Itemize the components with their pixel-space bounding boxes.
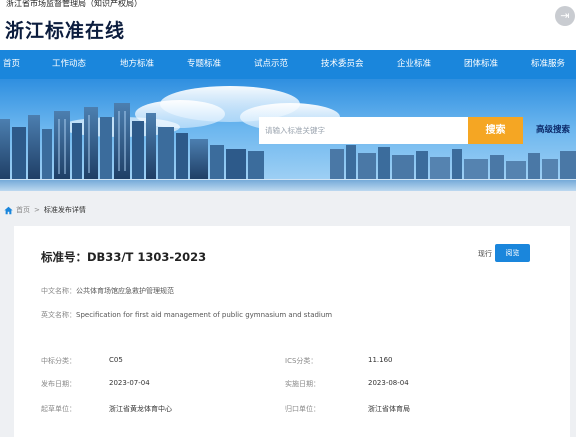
breadcrumb-separator: > [34, 206, 40, 214]
standard-detail-card: 标准号：DB33/T 1303-2023 现行 阅览 中文名称：公共体育场馆应急… [14, 226, 570, 437]
publish-date-label: 发布日期： [41, 380, 76, 388]
nav-item-tech-committee[interactable]: 技术委员会 [321, 50, 364, 79]
nav-item-pilot-demo[interactable]: 试点示范 [254, 50, 288, 79]
nav-item-home[interactable]: 首页 [3, 50, 20, 79]
standard-number: 标准号：DB33/T 1303-2023 [41, 250, 207, 264]
nav-item-enterprise-standards[interactable]: 企业标准 [397, 50, 431, 79]
status-badge: 现行 [478, 250, 492, 258]
site-header: 浙江省市场监督管理局（知识产权局） 浙江标准在线 ⇥ [0, 0, 576, 50]
english-name-row: 英文名称：Specification for first aid managem… [41, 310, 332, 320]
publish-date-value: 2023-07-04 [109, 379, 150, 387]
nav-item-standard-services[interactable]: 标准服务 [531, 50, 565, 79]
ics-value: 11.160 [368, 356, 393, 364]
owner-label: 归口单位： [285, 405, 320, 413]
preview-button[interactable]: 阅览 [495, 244, 530, 262]
breadcrumb: 首页 > 标准发布详情 [4, 204, 86, 216]
search-banner: 搜索 高级搜索 [0, 79, 576, 191]
nav-item-local-standards[interactable]: 地方标准 [120, 50, 154, 79]
owner-value: 浙江省体育局 [368, 405, 410, 413]
implement-date-value: 2023-08-04 [368, 379, 409, 387]
search-input[interactable] [259, 117, 469, 144]
ccs-value: C05 [109, 356, 123, 364]
nav-item-group-standards[interactable]: 团体标准 [464, 50, 498, 79]
nav-item-topic-standards[interactable]: 专题标准 [187, 50, 221, 79]
home-icon [4, 206, 13, 214]
english-name-label: 英文名称： [41, 311, 76, 319]
chinese-name-row: 中文名称：公共体育场馆应急救护管理规范 [41, 286, 174, 296]
chinese-name-label: 中文名称： [41, 287, 76, 295]
ics-label: ICS分类： [285, 357, 318, 365]
drafter-value: 浙江省黄龙体育中心 [109, 405, 172, 413]
org-name: 浙江省市场监督管理局（知识产权局） [6, 0, 142, 8]
main-nav: 首页 工作动态 地方标准 专题标准 试点示范 技术委员会 企业标准 团体标准 标… [0, 50, 576, 79]
advanced-search-link[interactable]: 高级搜索 [536, 123, 570, 135]
site-title[interactable]: 浙江标准在线 [5, 16, 125, 43]
logout-icon[interactable]: ⇥ [555, 6, 575, 26]
breadcrumb-home[interactable]: 首页 [16, 205, 30, 215]
breadcrumb-current: 标准发布详情 [43, 206, 86, 214]
chinese-name-value: 公共体育场馆应急救护管理规范 [76, 287, 174, 295]
implement-date-label: 实施日期： [285, 380, 320, 388]
nav-item-work-news[interactable]: 工作动态 [52, 50, 86, 79]
ccs-label: 中标分类： [41, 357, 76, 365]
english-name-value: Specification for first aid management o… [76, 311, 333, 319]
search-button[interactable]: 搜索 [468, 117, 523, 144]
drafter-label: 起草单位： [41, 405, 76, 413]
